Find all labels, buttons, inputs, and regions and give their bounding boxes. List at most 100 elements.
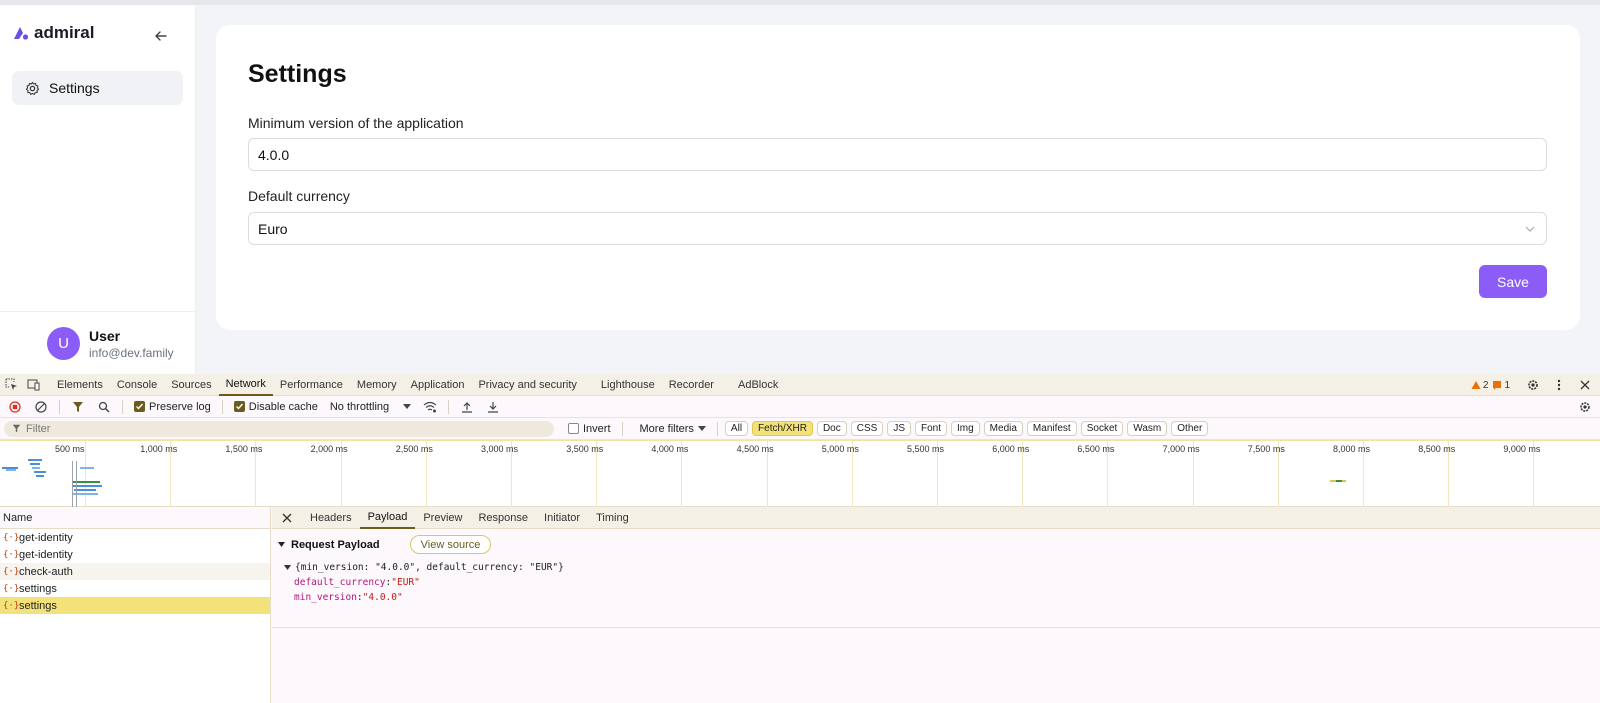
resource-type-filters: All Fetch/XHR Doc CSS JS Font Img Media Manifest… bbox=[724, 421, 1209, 436]
network-lower-pane: Name {·} get-identity {·} get-identity {·} ch… bbox=[0, 507, 1600, 703]
payload-summary-row[interactable]: {min_version: "4.0.0", default_currency:… bbox=[284, 560, 1600, 575]
save-button[interactable]: Save bbox=[1479, 265, 1547, 298]
detail-tab-preview[interactable]: Preview bbox=[415, 507, 470, 529]
min-version-input[interactable]: 4.0.0 bbox=[248, 138, 1547, 171]
invert-label: Invert bbox=[583, 422, 611, 435]
tab-application[interactable]: Application bbox=[404, 374, 472, 396]
filter-chip-js[interactable]: JS bbox=[887, 421, 911, 436]
payload-entry[interactable]: min_version: "4.0.0" bbox=[294, 590, 1600, 605]
network-overview-timeline[interactable]: 500 ms 1,000 ms 1,500 ms 2,000 ms 2,500 ms 3,… bbox=[0, 440, 1600, 507]
clear-button[interactable] bbox=[30, 396, 52, 418]
devtools-tabbar: Elements Console Sources Network Performance… bbox=[0, 374, 1600, 396]
request-payload-header[interactable]: Request Payload View source bbox=[278, 535, 1600, 554]
more-options-button[interactable] bbox=[1548, 374, 1570, 396]
checkbox-unchecked-icon bbox=[568, 423, 579, 434]
min-version-label: Minimum version of the application bbox=[248, 115, 464, 131]
detail-tab-initiator[interactable]: Initiator bbox=[536, 507, 588, 529]
request-detail-pane: Headers Payload Preview Response Initiator Ti… bbox=[272, 507, 1600, 703]
timeline-request-bar bbox=[6, 469, 16, 471]
network-conditions-button[interactable] bbox=[419, 396, 441, 418]
detail-tab-payload[interactable]: Payload bbox=[359, 507, 416, 529]
filter-chip-other[interactable]: Other bbox=[1171, 421, 1209, 436]
close-devtools-button[interactable] bbox=[1574, 374, 1596, 396]
filter-chip-doc[interactable]: Doc bbox=[816, 421, 847, 436]
detail-tab-headers[interactable]: Headers bbox=[302, 507, 360, 529]
more-filters-dropdown[interactable]: More filters bbox=[636, 423, 710, 435]
disable-cache-checkbox[interactable]: Disable cache bbox=[230, 401, 322, 413]
tab-adblock[interactable]: AdBlock bbox=[731, 374, 785, 396]
timeline-request-bar bbox=[80, 467, 94, 469]
inspect-icon bbox=[5, 378, 17, 390]
tab-lighthouse[interactable]: Lighthouse bbox=[594, 374, 662, 396]
tab-memory[interactable]: Memory bbox=[350, 374, 404, 396]
detail-tab-timing[interactable]: Timing bbox=[588, 507, 637, 529]
throttling-select[interactable]: No throttling bbox=[326, 401, 415, 413]
toolbar-separator bbox=[221, 399, 223, 414]
default-currency-select[interactable]: Euro bbox=[248, 212, 1547, 245]
import-har-button[interactable] bbox=[456, 396, 478, 418]
throttling-value: No throttling bbox=[329, 400, 390, 413]
filter-chip-socket[interactable]: Socket bbox=[1080, 421, 1124, 436]
invert-checkbox[interactable]: Invert bbox=[564, 423, 615, 435]
timeline-tick-label: 8,500 ms bbox=[1418, 444, 1456, 454]
search-button[interactable] bbox=[93, 396, 115, 418]
sidebar-item-settings[interactable]: Settings bbox=[12, 71, 183, 105]
filter-chip-media[interactable]: Media bbox=[983, 421, 1023, 436]
payload-entries: default_currency: "EUR" min_version: "4.0… bbox=[284, 575, 1600, 605]
detail-tab-response[interactable]: Response bbox=[470, 507, 536, 529]
filter-chip-fetch-xhr[interactable]: Fetch/XHR bbox=[752, 421, 813, 436]
tab-privacy-and-security[interactable]: Privacy and security bbox=[471, 374, 583, 396]
errors-badge[interactable]: 1 bbox=[1492, 380, 1510, 391]
filter-chip-img[interactable]: Img bbox=[951, 421, 980, 436]
device-toolbar-button[interactable] bbox=[22, 374, 44, 396]
request-row[interactable]: {·} settings bbox=[0, 580, 270, 597]
checkbox-checked-icon bbox=[134, 401, 145, 412]
tab-elements[interactable]: Elements bbox=[50, 374, 110, 396]
network-settings-button[interactable] bbox=[1574, 396, 1596, 418]
filter-chip-font[interactable]: Font bbox=[914, 421, 947, 436]
caret-down-icon bbox=[403, 403, 412, 409]
filter-toggle-button[interactable] bbox=[67, 396, 89, 418]
timeline-tick-label: 5,500 ms bbox=[907, 444, 945, 454]
tab-console[interactable]: Console bbox=[110, 374, 164, 396]
preserve-log-checkbox[interactable]: Preserve log bbox=[130, 401, 215, 413]
filter-input[interactable]: Filter bbox=[4, 420, 554, 437]
user-profile[interactable]: U User info@dev.family bbox=[0, 311, 196, 374]
view-source-button[interactable]: View source bbox=[409, 535, 492, 554]
tab-sources[interactable]: Sources bbox=[164, 374, 218, 396]
timeline-tick-label: 5,000 ms bbox=[821, 444, 859, 454]
tab-network[interactable]: Network bbox=[218, 374, 273, 396]
checkbox-checked-icon bbox=[233, 401, 245, 412]
sidebar: admiral Settings U User info@dev.family bbox=[0, 5, 196, 374]
filter-chip-wasm[interactable]: Wasm bbox=[1127, 421, 1168, 436]
tab-performance[interactable]: Performance bbox=[273, 374, 350, 396]
collapse-sidebar-button[interactable] bbox=[152, 27, 170, 45]
filter-chip-css[interactable]: CSS bbox=[850, 421, 884, 436]
name-column-header[interactable]: Name bbox=[0, 507, 270, 529]
network-toolbar: Preserve log Disable cache No throttling bbox=[0, 396, 1600, 418]
export-har-button[interactable] bbox=[482, 396, 504, 418]
payload-entry[interactable]: default_currency: "EUR" bbox=[294, 575, 1600, 590]
triangle-down-icon bbox=[278, 541, 285, 547]
timeline-request-bar bbox=[36, 475, 44, 477]
request-row[interactable]: {·} get-identity bbox=[0, 546, 270, 563]
devtools-settings-button[interactable] bbox=[1522, 374, 1544, 396]
user-name: User bbox=[89, 328, 121, 344]
request-row[interactable]: {·} get-identity bbox=[0, 529, 270, 546]
avatar: U bbox=[47, 327, 80, 360]
filter-chip-manifest[interactable]: Manifest bbox=[1026, 421, 1077, 436]
tab-recorder[interactable]: Recorder bbox=[662, 374, 721, 396]
warnings-badge[interactable]: 2 bbox=[1471, 380, 1488, 391]
filter-chip-all[interactable]: All bbox=[724, 421, 749, 436]
request-row[interactable]: {·} settings bbox=[0, 597, 270, 614]
close-icon bbox=[1580, 380, 1590, 390]
timeline-tick-label: 6,000 ms bbox=[992, 444, 1030, 454]
record-button[interactable] bbox=[4, 396, 26, 418]
sidebar-item-label: Settings bbox=[49, 80, 100, 96]
brand-logo[interactable]: admiral bbox=[12, 23, 94, 43]
inspect-element-button[interactable] bbox=[0, 374, 22, 396]
timeline-tick-label: 3,500 ms bbox=[566, 444, 604, 454]
request-row[interactable]: {·} check-auth bbox=[0, 563, 270, 580]
request-name: get-identity bbox=[19, 548, 73, 561]
close-detail-button[interactable] bbox=[276, 507, 298, 529]
